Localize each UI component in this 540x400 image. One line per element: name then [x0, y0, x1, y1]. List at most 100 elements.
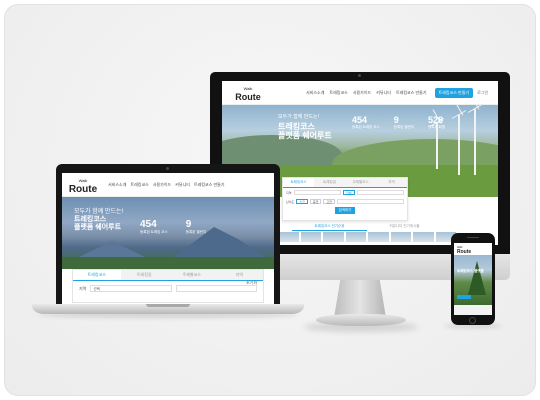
- subregion-select[interactable]: [175, 285, 257, 292]
- course-thumbnail[interactable]: [368, 232, 389, 242]
- stat-label: 등록된 트레킹 코스: [352, 125, 380, 129]
- monitor-stand: [316, 314, 406, 326]
- laptop-search-panel: 트레킹코스 트레킹길 주제별코스 지역 초기화 지역 선택: [72, 269, 264, 303]
- laptop-menu: 서비스소개 트레킹코스 사용가이드 커뮤니티 트레킹코스 만들기: [108, 182, 225, 188]
- phone-screen: Walk Route 트레킹코스 플랫폼: [454, 243, 492, 315]
- desktop-logo[interactable]: Walk Route: [230, 85, 266, 102]
- tab-trails[interactable]: 트레킹길: [314, 178, 345, 187]
- wind-turbine-icon: [474, 109, 476, 175]
- course-thumbnail[interactable]: [278, 232, 299, 242]
- stat-value: 9: [393, 115, 399, 125]
- search-button[interactable]: 검색하기: [335, 207, 355, 214]
- tab-popular-posts[interactable]: 커뮤니티 인기게시물: [367, 224, 442, 231]
- stat-label: 등록된 회원: [428, 125, 446, 129]
- menu-item-make[interactable]: 트레킹코스 만들기: [396, 90, 427, 96]
- smartphone: Walk Route 트레킹코스 플랫폼: [451, 233, 495, 325]
- filter-row-region: 지역 선택: [73, 281, 263, 296]
- phone-hero-title: 트레킹코스 플랫폼: [457, 269, 484, 273]
- hero-stats: 454 등록된 트레킹 코스 9 등록된 챌린지: [140, 219, 206, 235]
- hero-tree: [468, 261, 486, 295]
- menu-item-guide[interactable]: 사용가이드: [353, 90, 371, 96]
- hero-stats: 454 등록된 트레킹 코스 9 등록된 챌린지 528 등록된 회원: [352, 115, 445, 130]
- monitor-camera: [358, 74, 361, 77]
- course-thumbnail[interactable]: [300, 232, 321, 242]
- level-chip-mid[interactable]: 중급: [309, 199, 322, 204]
- filter-chip-all[interactable]: 전체: [343, 190, 355, 195]
- phone-logo[interactable]: Walk Route: [454, 243, 492, 255]
- stat-label: 등록된 챌린지: [185, 230, 207, 234]
- laptop-navbar: Walk Route 서비스소개 트레킹코스 사용가이드 커뮤니티 트레킹코스 …: [62, 173, 274, 197]
- desktop-search-panel: 트레킹코스 트레킹길 주제별코스 지역 지역 전체 난이도 초급 중급 고급 검…: [282, 177, 408, 221]
- tab-themes[interactable]: 주제별코스: [345, 178, 376, 187]
- hero-title-line1: 트레킹코스: [74, 216, 107, 223]
- filter-label-region: 지역: [286, 190, 292, 195]
- stat-value: 9: [185, 219, 192, 230]
- login-link[interactable]: 로그인: [477, 90, 488, 96]
- laptop-notch: [146, 304, 190, 307]
- filter-row-region: 지역 전체: [283, 188, 407, 197]
- level-chip-easy[interactable]: 초급: [296, 199, 308, 204]
- desktop-menu: 서비스소개 트레킹코스 사용가이드 커뮤니티 트레킹코스 만들기: [306, 90, 427, 96]
- laptop-camera: [166, 167, 169, 170]
- laptop: Walk Route 서비스소개 트레킹코스 사용가이드 커뮤니티 트레킹코스 …: [56, 164, 280, 306]
- menu-item-community[interactable]: 커뮤니티: [175, 182, 190, 188]
- course-thumbnail[interactable]: [345, 232, 366, 242]
- search-tabs: 트레킹코스 트레킹길 주제별코스 지역: [283, 178, 407, 188]
- subregion-select[interactable]: [356, 190, 404, 195]
- stat-members: 528 등록된 회원: [428, 115, 445, 130]
- level-chip-hard[interactable]: 고급: [323, 199, 335, 204]
- menu-item-about[interactable]: 서비스소개: [306, 90, 324, 96]
- menu-item-guide[interactable]: 사용가이드: [153, 182, 171, 188]
- make-course-button[interactable]: 트레킹코스 만들기: [434, 87, 474, 98]
- stat-value: 454: [352, 115, 368, 125]
- hero-text: 모두가 함께 만드는! 트레킹코스 플랫폼 쉐어루트: [278, 113, 332, 140]
- stat-label: 등록된 챌린지: [393, 125, 415, 129]
- phone-hero: 트레킹코스 플랫폼: [454, 255, 492, 305]
- tab-region[interactable]: 지역: [376, 178, 407, 187]
- menu-item-courses[interactable]: 트레킹코스: [329, 90, 347, 96]
- tab-region[interactable]: 지역: [215, 270, 263, 280]
- tab-themes[interactable]: 주제별코스: [168, 270, 216, 280]
- stat-value: 454: [140, 219, 157, 230]
- region-select[interactable]: [293, 190, 341, 195]
- tab-courses[interactable]: 트레킹코스: [283, 178, 314, 187]
- tab-popular-courses[interactable]: 트레킹코스 인기순위: [292, 224, 367, 231]
- logo-text: Route: [235, 91, 261, 102]
- stat-challenges: 9 등록된 챌린지: [394, 115, 414, 130]
- device-showcase: Walk Route 서비스소개 트레킹코스 사용가이드 커뮤니티 트레킹코스 …: [4, 4, 536, 396]
- hero-trees: [62, 257, 274, 269]
- course-thumbnail[interactable]: [413, 232, 434, 242]
- laptop-logo[interactable]: Walk Route: [68, 176, 98, 195]
- menu-item-about[interactable]: 서비스소개: [108, 182, 126, 188]
- search-tabs: 트레킹코스 트레킹길 주제별코스 지역: [73, 270, 263, 281]
- section-tabs: 트레킹코스 인기순위 커뮤니티 인기게시물: [292, 224, 442, 231]
- hero-kicker: 모두가 함께 만드는!: [278, 114, 319, 120]
- hero-text: 모두가 함께 만드는! 트레킹코스 플랫폼 쉐어루트: [74, 209, 123, 232]
- tab-trails[interactable]: 트레킹길: [120, 270, 168, 280]
- filter-label-region: 지역: [79, 285, 87, 291]
- logo-text: Route: [68, 183, 98, 195]
- wind-turbine-icon: [458, 115, 460, 175]
- menu-item-courses[interactable]: 트레킹코스: [130, 182, 148, 188]
- region-select[interactable]: 선택: [90, 285, 172, 292]
- home-button-icon[interactable]: [469, 317, 476, 324]
- stat-label: 등록된 트레킹 코스: [140, 230, 168, 234]
- hero-kicker: 모두가 함께 만드는!: [74, 209, 124, 215]
- extra-filter-box[interactable]: [336, 199, 404, 204]
- stat-value: 528: [428, 115, 444, 125]
- phone-speaker: [467, 237, 479, 238]
- menu-item-make[interactable]: 트레킹코스 만들기: [194, 182, 225, 188]
- desktop-navbar: Walk Route 서비스소개 트레킹코스 사용가이드 커뮤니티 트레킹코스 …: [222, 81, 498, 105]
- stat-courses: 454 등록된 트레킹 코스: [352, 115, 380, 130]
- tab-courses[interactable]: 트레킹코스: [73, 270, 121, 280]
- reset-button[interactable]: 초기화: [246, 280, 257, 286]
- course-thumbnails: [278, 232, 456, 242]
- course-thumbnail[interactable]: [390, 232, 411, 242]
- stat-courses: 454 등록된 트레킹 코스: [140, 219, 168, 235]
- phone-hero-button[interactable]: [457, 295, 471, 299]
- laptop-hero: 모두가 함께 만드는! 트레킹코스 플랫폼 쉐어루트 454 등록된 트레킹 코…: [62, 197, 274, 269]
- hero-title-line2: 플랫폼 쉐어루트: [278, 131, 332, 140]
- menu-item-community[interactable]: 커뮤니티: [376, 90, 391, 96]
- monitor-neck: [334, 280, 386, 318]
- course-thumbnail[interactable]: [323, 232, 344, 242]
